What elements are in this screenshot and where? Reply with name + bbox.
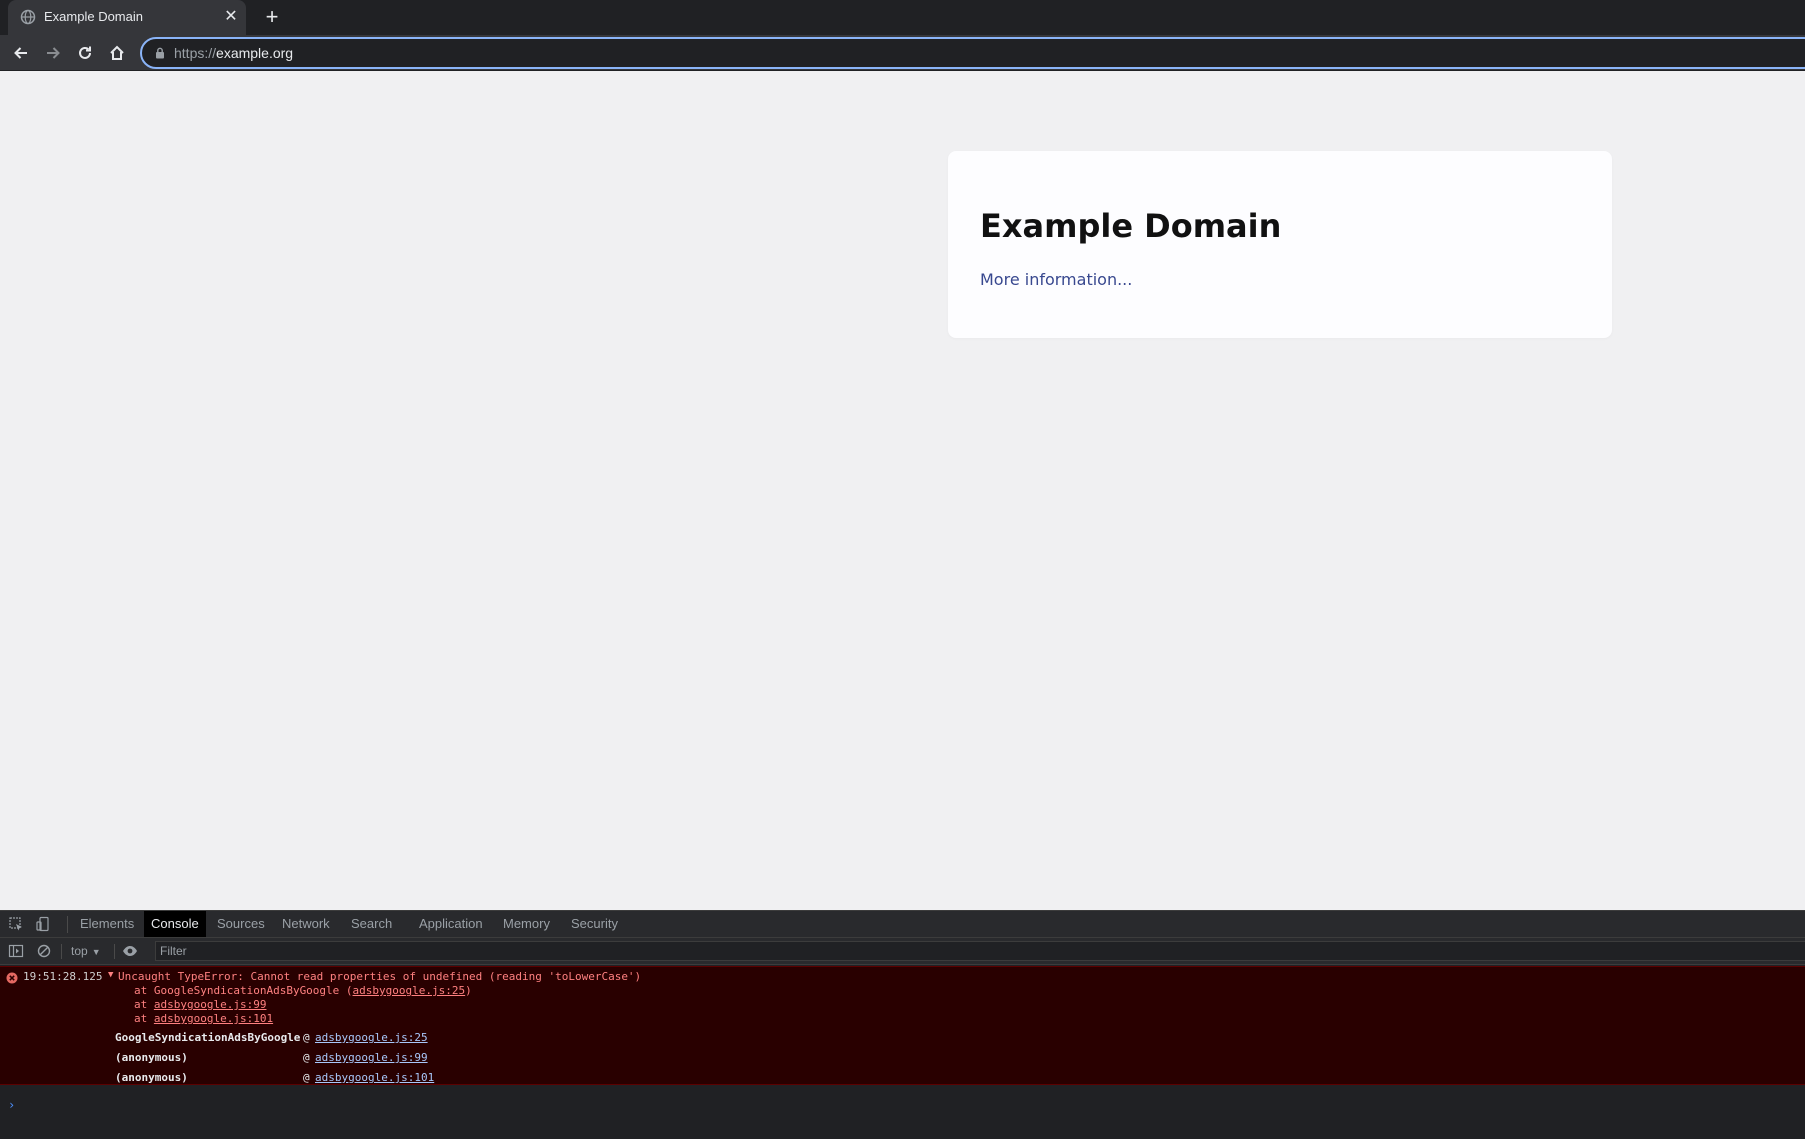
context-value: top [71,944,88,958]
url-host: example.org [216,45,294,61]
console-filter-input[interactable]: Filter [155,941,1805,961]
eye-icon[interactable] [122,943,138,959]
stack-suffix: ) [465,984,472,997]
divider [61,944,62,959]
page-heading: Example Domain [980,207,1282,245]
error-message-text: Uncaught TypeError: Cannot read properti… [118,970,642,983]
browser-tab[interactable]: Example Domain ✕ [8,0,246,35]
sidebar-toggle-icon[interactable] [8,943,24,959]
trace-function: GoogleSyndicationAdsByGoogle [115,1031,301,1044]
back-icon[interactable] [8,40,34,66]
browser-tabstrip: Example Domain ✕ + [0,0,1805,35]
inspect-element-icon[interactable] [8,916,24,932]
tab-search[interactable]: Search [344,911,399,937]
tab-network[interactable]: Network [275,911,337,937]
trace-link[interactable]: adsbygoogle.js:99 [315,1051,428,1064]
error-timestamp: 19:51:28.125 [23,970,103,983]
trace-link[interactable]: adsbygoogle.js:101 [315,1071,434,1084]
console-error-message: 19:51:28.125 ▼ Uncaught TypeError: Canno… [0,966,1805,1085]
device-toolbar-icon[interactable] [35,916,51,932]
trace-link[interactable]: adsbygoogle.js:25 [315,1031,428,1044]
error-icon [6,972,18,984]
trace-at: @ [303,1071,310,1084]
stack-line: at adsbygoogle.js:99 [134,998,266,1011]
expand-triangle-icon[interactable]: ▼ [108,970,113,980]
console-prompt[interactable]: › [8,1098,15,1112]
trace-function: (anonymous) [115,1051,188,1064]
devtools-tabbar: Elements Console Sources Network Search … [0,911,1805,938]
context-selector[interactable]: top ▼ [71,938,101,964]
content-card: Example Domain More information... [948,151,1612,338]
address-bar[interactable]: https://example.org [140,37,1805,69]
stack-prefix: at [134,998,154,1011]
stack-line: at GoogleSyndicationAdsByGoogle (adsbygo… [134,984,472,997]
tab-security[interactable]: Security [564,911,625,937]
tab-application[interactable]: Application [412,911,490,937]
page-viewport: Example Domain More information... [0,71,1805,910]
stack-link[interactable]: adsbygoogle.js:99 [154,998,267,1011]
tab-console[interactable]: Console [144,911,206,937]
url-scheme: https:// [174,45,217,61]
stack-line: at adsbygoogle.js:101 [134,1012,273,1025]
forward-icon[interactable] [40,40,66,66]
chevron-down-icon: ▼ [91,947,101,957]
home-icon[interactable] [104,40,130,66]
devtools-panel: Elements Console Sources Network Search … [0,910,1805,1139]
stack-prefix: at [134,1012,154,1025]
lock-icon[interactable] [153,46,167,60]
more-information-link[interactable]: More information... [980,270,1132,290]
trace-at: @ [303,1051,310,1064]
trace-at: @ [303,1031,310,1044]
divider [67,916,68,933]
stack-link[interactable]: adsbygoogle.js:25 [353,984,466,997]
browser-toolbar: https://example.org [0,35,1805,71]
reload-icon[interactable] [72,40,98,66]
tab-elements[interactable]: Elements [73,911,141,937]
console-toolbar: top ▼ Filter [0,938,1805,965]
globe-icon [20,9,36,25]
tab-sources[interactable]: Sources [210,911,272,937]
tab-memory[interactable]: Memory [496,911,557,937]
clear-console-icon[interactable] [36,943,52,959]
close-tab-icon[interactable]: ✕ [222,8,240,26]
url-text: https://example.org [174,39,293,67]
trace-function: (anonymous) [115,1071,188,1084]
divider [114,944,115,959]
stack-prefix: at GoogleSyndicationAdsByGoogle ( [134,984,353,997]
stack-link[interactable]: adsbygoogle.js:101 [154,1012,273,1025]
tab-title: Example Domain [44,9,143,24]
new-tab-button[interactable]: + [260,5,284,29]
